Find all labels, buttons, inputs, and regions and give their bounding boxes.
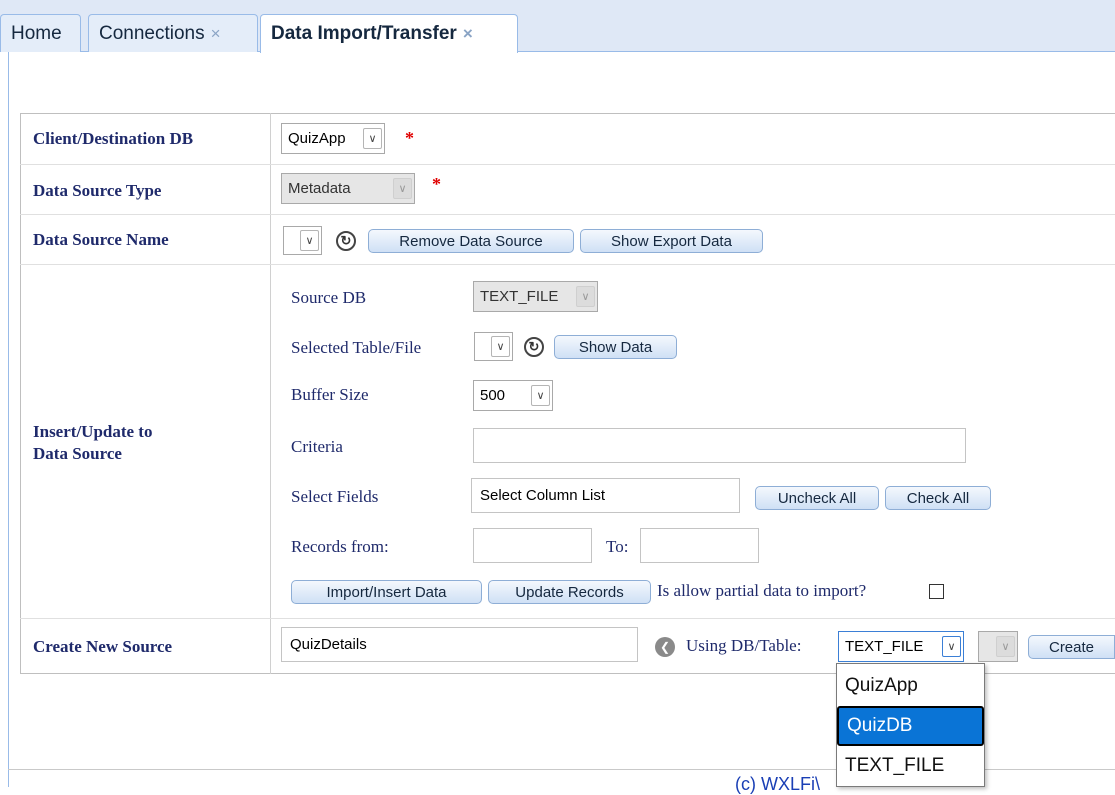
tab-connections[interactable]: Connections ×	[88, 14, 258, 52]
required-marker: *	[432, 174, 441, 194]
required-marker: *	[405, 128, 414, 148]
insert-update-label-line1: Insert/Update to	[33, 422, 153, 441]
client-db-label: Client/Destination DB	[33, 129, 194, 148]
chevron-down-icon[interactable]: ∨	[363, 128, 382, 149]
create-button[interactable]: Create	[1028, 635, 1115, 659]
tab-home-label: Home	[11, 22, 62, 44]
row-divider	[20, 214, 1115, 215]
chevron-left-circle-icon[interactable]: ❮	[655, 637, 675, 657]
using-table-select[interactable]: ∨	[978, 631, 1018, 662]
records-from-label: Records from:	[291, 537, 389, 556]
remove-data-source-button[interactable]: Remove Data Source	[368, 229, 574, 253]
create-source-label: Create New Source	[33, 637, 173, 656]
check-all-button[interactable]: Check All	[885, 486, 991, 510]
select-fields-label: Select Fields	[291, 487, 379, 506]
records-to-label: To:	[606, 537, 629, 556]
db-dropdown-list: QuizApp QuizDB TEXT_FILE	[836, 663, 985, 787]
buffer-size-value: 500	[480, 387, 506, 404]
refresh-icon[interactable]: ↻	[524, 337, 544, 357]
chevron-down-icon: ∨	[393, 178, 412, 199]
dropdown-option-text-file[interactable]: TEXT_FILE	[837, 746, 984, 786]
import-insert-data-button[interactable]: Import/Insert Data	[291, 580, 482, 604]
check-all-label: Check All	[906, 489, 970, 507]
source-name-label: Data Source Name	[33, 230, 169, 249]
close-icon[interactable]: ×	[463, 24, 473, 44]
create-button-label: Create	[1048, 638, 1095, 656]
source-db-select[interactable]: TEXT_FILE ∨	[473, 281, 598, 312]
using-db-table-label: Using DB/Table:	[686, 636, 802, 655]
show-data-label: Show Data	[578, 338, 653, 356]
tab-data-import-transfer-label: Data Import/Transfer	[271, 23, 457, 44]
select-fields-input[interactable]: Select Column List	[471, 478, 740, 513]
chevron-down-icon: ∨	[576, 286, 595, 307]
using-db-select[interactable]: TEXT_FILE ∨	[838, 631, 964, 662]
import-insert-data-label: Import/Insert Data	[326, 583, 447, 601]
criteria-label: Criteria	[291, 437, 343, 456]
criteria-input[interactable]	[473, 428, 966, 463]
source-db-value: TEXT_FILE	[480, 288, 559, 305]
uncheck-all-button[interactable]: Uncheck All	[755, 486, 879, 510]
create-source-input[interactable]: QuizDetails	[281, 627, 638, 662]
tab-connections-label: Connections	[99, 22, 205, 44]
row-divider	[20, 164, 1115, 165]
chevron-down-icon[interactable]: ∨	[300, 230, 319, 251]
remove-data-source-label: Remove Data Source	[399, 232, 543, 250]
refresh-icon[interactable]: ↻	[336, 231, 356, 251]
update-records-label: Update Records	[515, 583, 624, 601]
records-to-input[interactable]	[640, 528, 759, 563]
source-type-select[interactable]: Metadata ∨	[281, 173, 415, 204]
row-divider	[20, 264, 1115, 265]
buffer-size-select[interactable]: 500 ∨	[473, 380, 553, 411]
selected-table-select[interactable]: ∨	[474, 332, 513, 361]
row-divider	[20, 618, 1115, 619]
client-db-value: QuizApp	[288, 130, 346, 147]
update-records-button[interactable]: Update Records	[488, 580, 651, 604]
source-db-label: Source DB	[291, 288, 367, 307]
show-data-button[interactable]: Show Data	[554, 335, 677, 359]
selected-table-label: Selected Table/File	[291, 338, 422, 357]
partial-import-checkbox[interactable]	[929, 584, 944, 599]
tab-data-import-transfer[interactable]: Data Import/Transfer ×	[260, 14, 518, 53]
uncheck-all-label: Uncheck All	[777, 489, 857, 507]
chevron-down-icon[interactable]: ∨	[942, 636, 961, 657]
chevron-down-icon[interactable]: ∨	[491, 336, 510, 357]
source-name-select[interactable]: ∨	[283, 226, 322, 255]
chevron-down-icon[interactable]: ∨	[531, 385, 550, 406]
records-from-input[interactable]	[473, 528, 592, 563]
source-type-label: Data Source Type	[33, 181, 162, 200]
close-icon[interactable]: ×	[211, 24, 221, 44]
using-db-value: TEXT_FILE	[845, 638, 924, 655]
footer-copyright: (c) WXLFi\	[735, 774, 820, 794]
tab-home[interactable]: Home	[0, 14, 81, 52]
chevron-down-icon: ∨	[996, 636, 1015, 657]
show-export-data-label: Show Export Data	[611, 232, 732, 250]
partial-import-label: Is allow partial data to import?	[657, 581, 867, 600]
dropdown-option-quizdb[interactable]: QuizDB	[837, 706, 984, 746]
insert-update-label-line2: Data Source	[33, 444, 122, 463]
source-type-value: Metadata	[288, 180, 351, 197]
column-divider	[270, 113, 271, 674]
show-export-data-button[interactable]: Show Export Data	[580, 229, 763, 253]
client-db-select[interactable]: QuizApp ∨	[281, 123, 385, 154]
buffer-size-label: Buffer Size	[291, 385, 369, 404]
insert-update-label: Insert/Update to Data Source	[33, 421, 152, 465]
dropdown-option-quizapp[interactable]: QuizApp	[837, 666, 984, 706]
